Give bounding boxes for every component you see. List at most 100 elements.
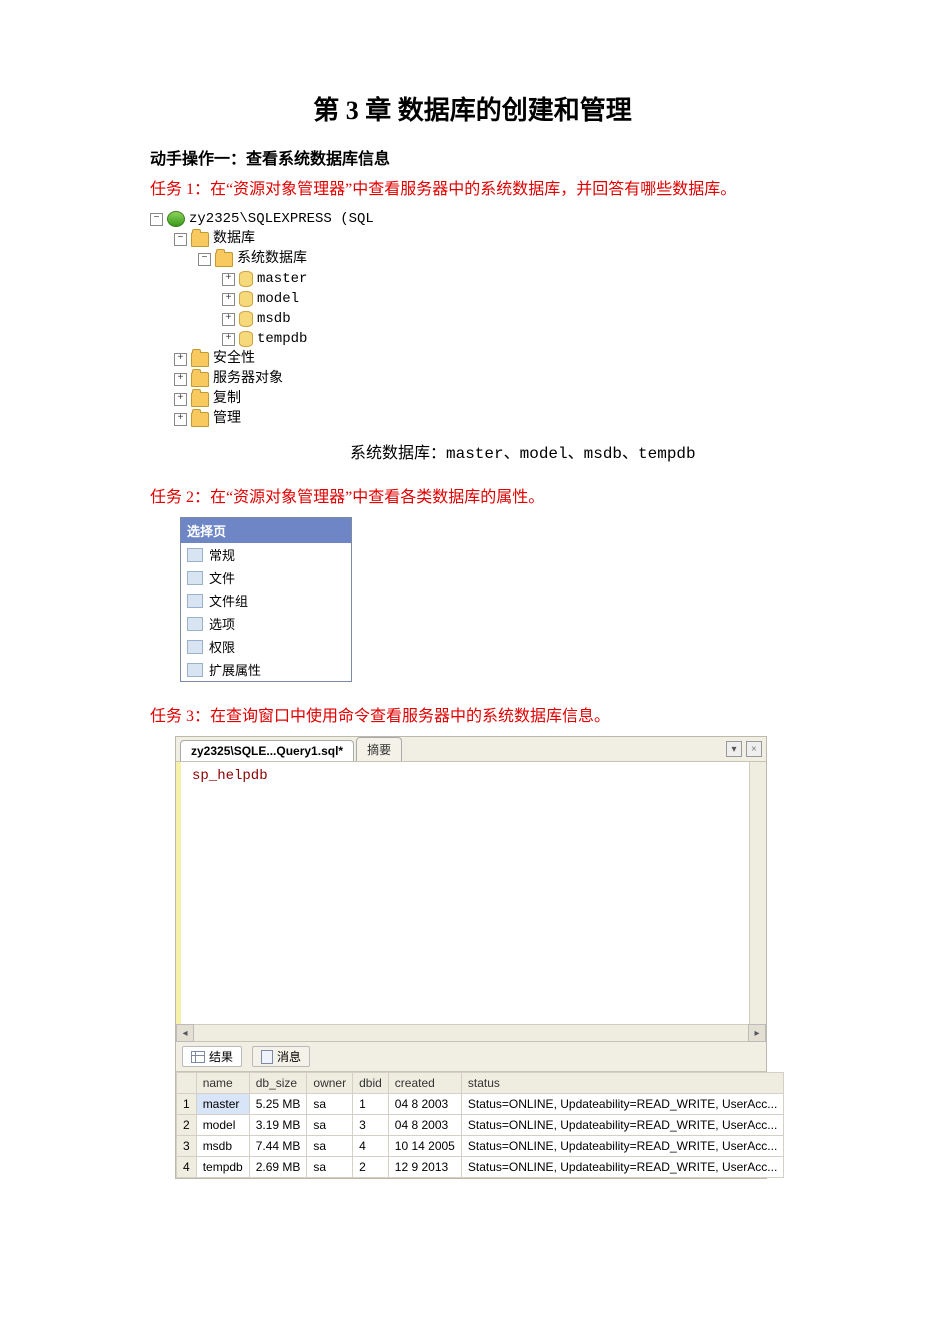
tree-server-node[interactable]: − zy2325\SQLEXPRESS (SQL: [150, 209, 945, 229]
cell-name[interactable]: master: [196, 1094, 249, 1115]
property-page-item[interactable]: 常规: [181, 543, 351, 566]
vertical-scrollbar[interactable]: [749, 762, 766, 1024]
expand-icon[interactable]: +: [174, 373, 187, 386]
cell-dbsize: 3.19 MB: [249, 1115, 307, 1136]
property-item-label: 选项: [209, 614, 235, 633]
collapse-icon[interactable]: −: [174, 233, 187, 246]
task-2: 任务 2：在“资源对象管理器”中查看各类数据库的属性。: [150, 483, 945, 507]
property-page-header: 选择页: [181, 518, 351, 543]
property-page-item[interactable]: 权限: [181, 635, 351, 658]
sql-code: sp_helpdb: [192, 768, 268, 784]
row-number: 2: [177, 1115, 197, 1136]
editor-tab-summary[interactable]: 摘要: [356, 737, 402, 761]
tree-db-node[interactable]: + master: [150, 269, 945, 289]
tree-db-node[interactable]: + tempdb: [150, 329, 945, 349]
folder-icon: [191, 232, 209, 247]
cell-status: Status=ONLINE, Updateability=READ_WRITE,…: [461, 1115, 783, 1136]
expand-icon[interactable]: +: [174, 353, 187, 366]
expand-icon[interactable]: +: [222, 293, 235, 306]
col-owner[interactable]: owner: [307, 1073, 353, 1094]
cell-owner: sa: [307, 1136, 353, 1157]
row-number: 3: [177, 1136, 197, 1157]
cell-name[interactable]: tempdb: [196, 1157, 249, 1178]
cell-name[interactable]: model: [196, 1115, 249, 1136]
property-page-item[interactable]: 扩展属性: [181, 658, 351, 681]
folder-label: 复制: [213, 389, 241, 409]
results-grid: name db_size owner dbid created status 1…: [176, 1072, 784, 1178]
editor-gutter: [176, 762, 181, 1024]
cell-status: Status=ONLINE, Updateability=READ_WRITE,…: [461, 1094, 783, 1115]
sql-editor[interactable]: sp_helpdb: [176, 762, 766, 1024]
tree-databases-node[interactable]: − 数据库: [150, 229, 945, 249]
database-icon: [239, 311, 253, 327]
tree-db-node[interactable]: + model: [150, 289, 945, 309]
database-icon: [239, 331, 253, 347]
folder-label: 安全性: [213, 349, 255, 369]
scroll-left-icon[interactable]: ◂: [176, 1024, 194, 1042]
cell-dbid: 2: [353, 1157, 389, 1178]
property-page-item[interactable]: 选项: [181, 612, 351, 635]
property-page-item[interactable]: 文件: [181, 566, 351, 589]
db-label: tempdb: [257, 329, 307, 349]
folder-icon: [191, 412, 209, 427]
table-row[interactable]: 1 master 5.25 MB sa 1 04 8 2003 Status=O…: [177, 1094, 784, 1115]
results-tab-label: 结果: [209, 1048, 233, 1065]
tree-folder-node[interactable]: + 安全性: [150, 349, 945, 369]
table-row[interactable]: 3 msdb 7.44 MB sa 4 10 14 2005 Status=ON…: [177, 1136, 784, 1157]
cell-dbsize: 5.25 MB: [249, 1094, 307, 1115]
page-icon: [187, 617, 203, 631]
page-icon: [187, 548, 203, 562]
page-icon: [187, 571, 203, 585]
row-number: 4: [177, 1157, 197, 1178]
collapse-icon[interactable]: −: [198, 253, 211, 266]
cell-name[interactable]: msdb: [196, 1136, 249, 1157]
cell-dbsize: 2.69 MB: [249, 1157, 307, 1178]
property-page-item[interactable]: 文件组: [181, 589, 351, 612]
tree-folder-node[interactable]: + 管理: [150, 409, 945, 429]
results-tab[interactable]: 结果: [182, 1046, 242, 1067]
cell-created: 04 8 2003: [388, 1094, 461, 1115]
cell-owner: sa: [307, 1115, 353, 1136]
expand-icon[interactable]: +: [174, 393, 187, 406]
table-row[interactable]: 2 model 3.19 MB sa 3 04 8 2003 Status=ON…: [177, 1115, 784, 1136]
table-row[interactable]: 4 tempdb 2.69 MB sa 2 12 9 2013 Status=O…: [177, 1157, 784, 1178]
editor-tab-active[interactable]: zy2325\SQLE...Query1.sql*: [180, 740, 354, 761]
col-dbsize[interactable]: db_size: [249, 1073, 307, 1094]
folder-icon: [191, 352, 209, 367]
expand-icon[interactable]: +: [222, 333, 235, 346]
messages-tab-label: 消息: [277, 1048, 301, 1065]
collapse-icon[interactable]: −: [150, 213, 163, 226]
tree-folder-node[interactable]: + 复制: [150, 389, 945, 409]
db-label: model: [257, 289, 299, 309]
tab-dropdown-icon[interactable]: ▾: [726, 741, 742, 757]
messages-tab[interactable]: 消息: [252, 1046, 310, 1067]
cell-owner: sa: [307, 1094, 353, 1115]
scroll-right-icon[interactable]: ▸: [748, 1024, 766, 1042]
chapter-title: 第 3 章 数据库的创建和管理: [0, 90, 945, 127]
expand-icon[interactable]: +: [222, 313, 235, 326]
col-dbid[interactable]: dbid: [353, 1073, 389, 1094]
page-icon: [187, 640, 203, 654]
horizontal-scrollbar[interactable]: ◂ ▸: [176, 1024, 766, 1041]
expand-icon[interactable]: +: [222, 273, 235, 286]
cell-created: 12 9 2013: [388, 1157, 461, 1178]
tree-folder-node[interactable]: + 服务器对象: [150, 369, 945, 389]
server-icon: [167, 211, 185, 227]
tree-db-node[interactable]: + msdb: [150, 309, 945, 329]
expand-icon[interactable]: +: [174, 413, 187, 426]
property-item-label: 扩展属性: [209, 660, 261, 679]
page-icon: [187, 663, 203, 677]
task-1: 任务 1：在“资源对象管理器”中查看服务器中的系统数据库，并回答有哪些数据库。: [150, 175, 945, 199]
query-editor-window: zy2325\SQLE...Query1.sql* 摘要 ▾ × sp_help…: [175, 736, 767, 1179]
col-name[interactable]: name: [196, 1073, 249, 1094]
folder-label: 服务器对象: [213, 369, 283, 389]
tab-close-icon[interactable]: ×: [746, 741, 762, 757]
tree-sysdbs-node[interactable]: − 系统数据库: [150, 249, 945, 269]
row-number: 1: [177, 1094, 197, 1115]
results-tab-strip: 结果 消息: [176, 1041, 766, 1072]
cell-dbid: 1: [353, 1094, 389, 1115]
col-status[interactable]: status: [461, 1073, 783, 1094]
database-icon: [239, 271, 253, 287]
grid-corner: [177, 1073, 197, 1094]
col-created[interactable]: created: [388, 1073, 461, 1094]
